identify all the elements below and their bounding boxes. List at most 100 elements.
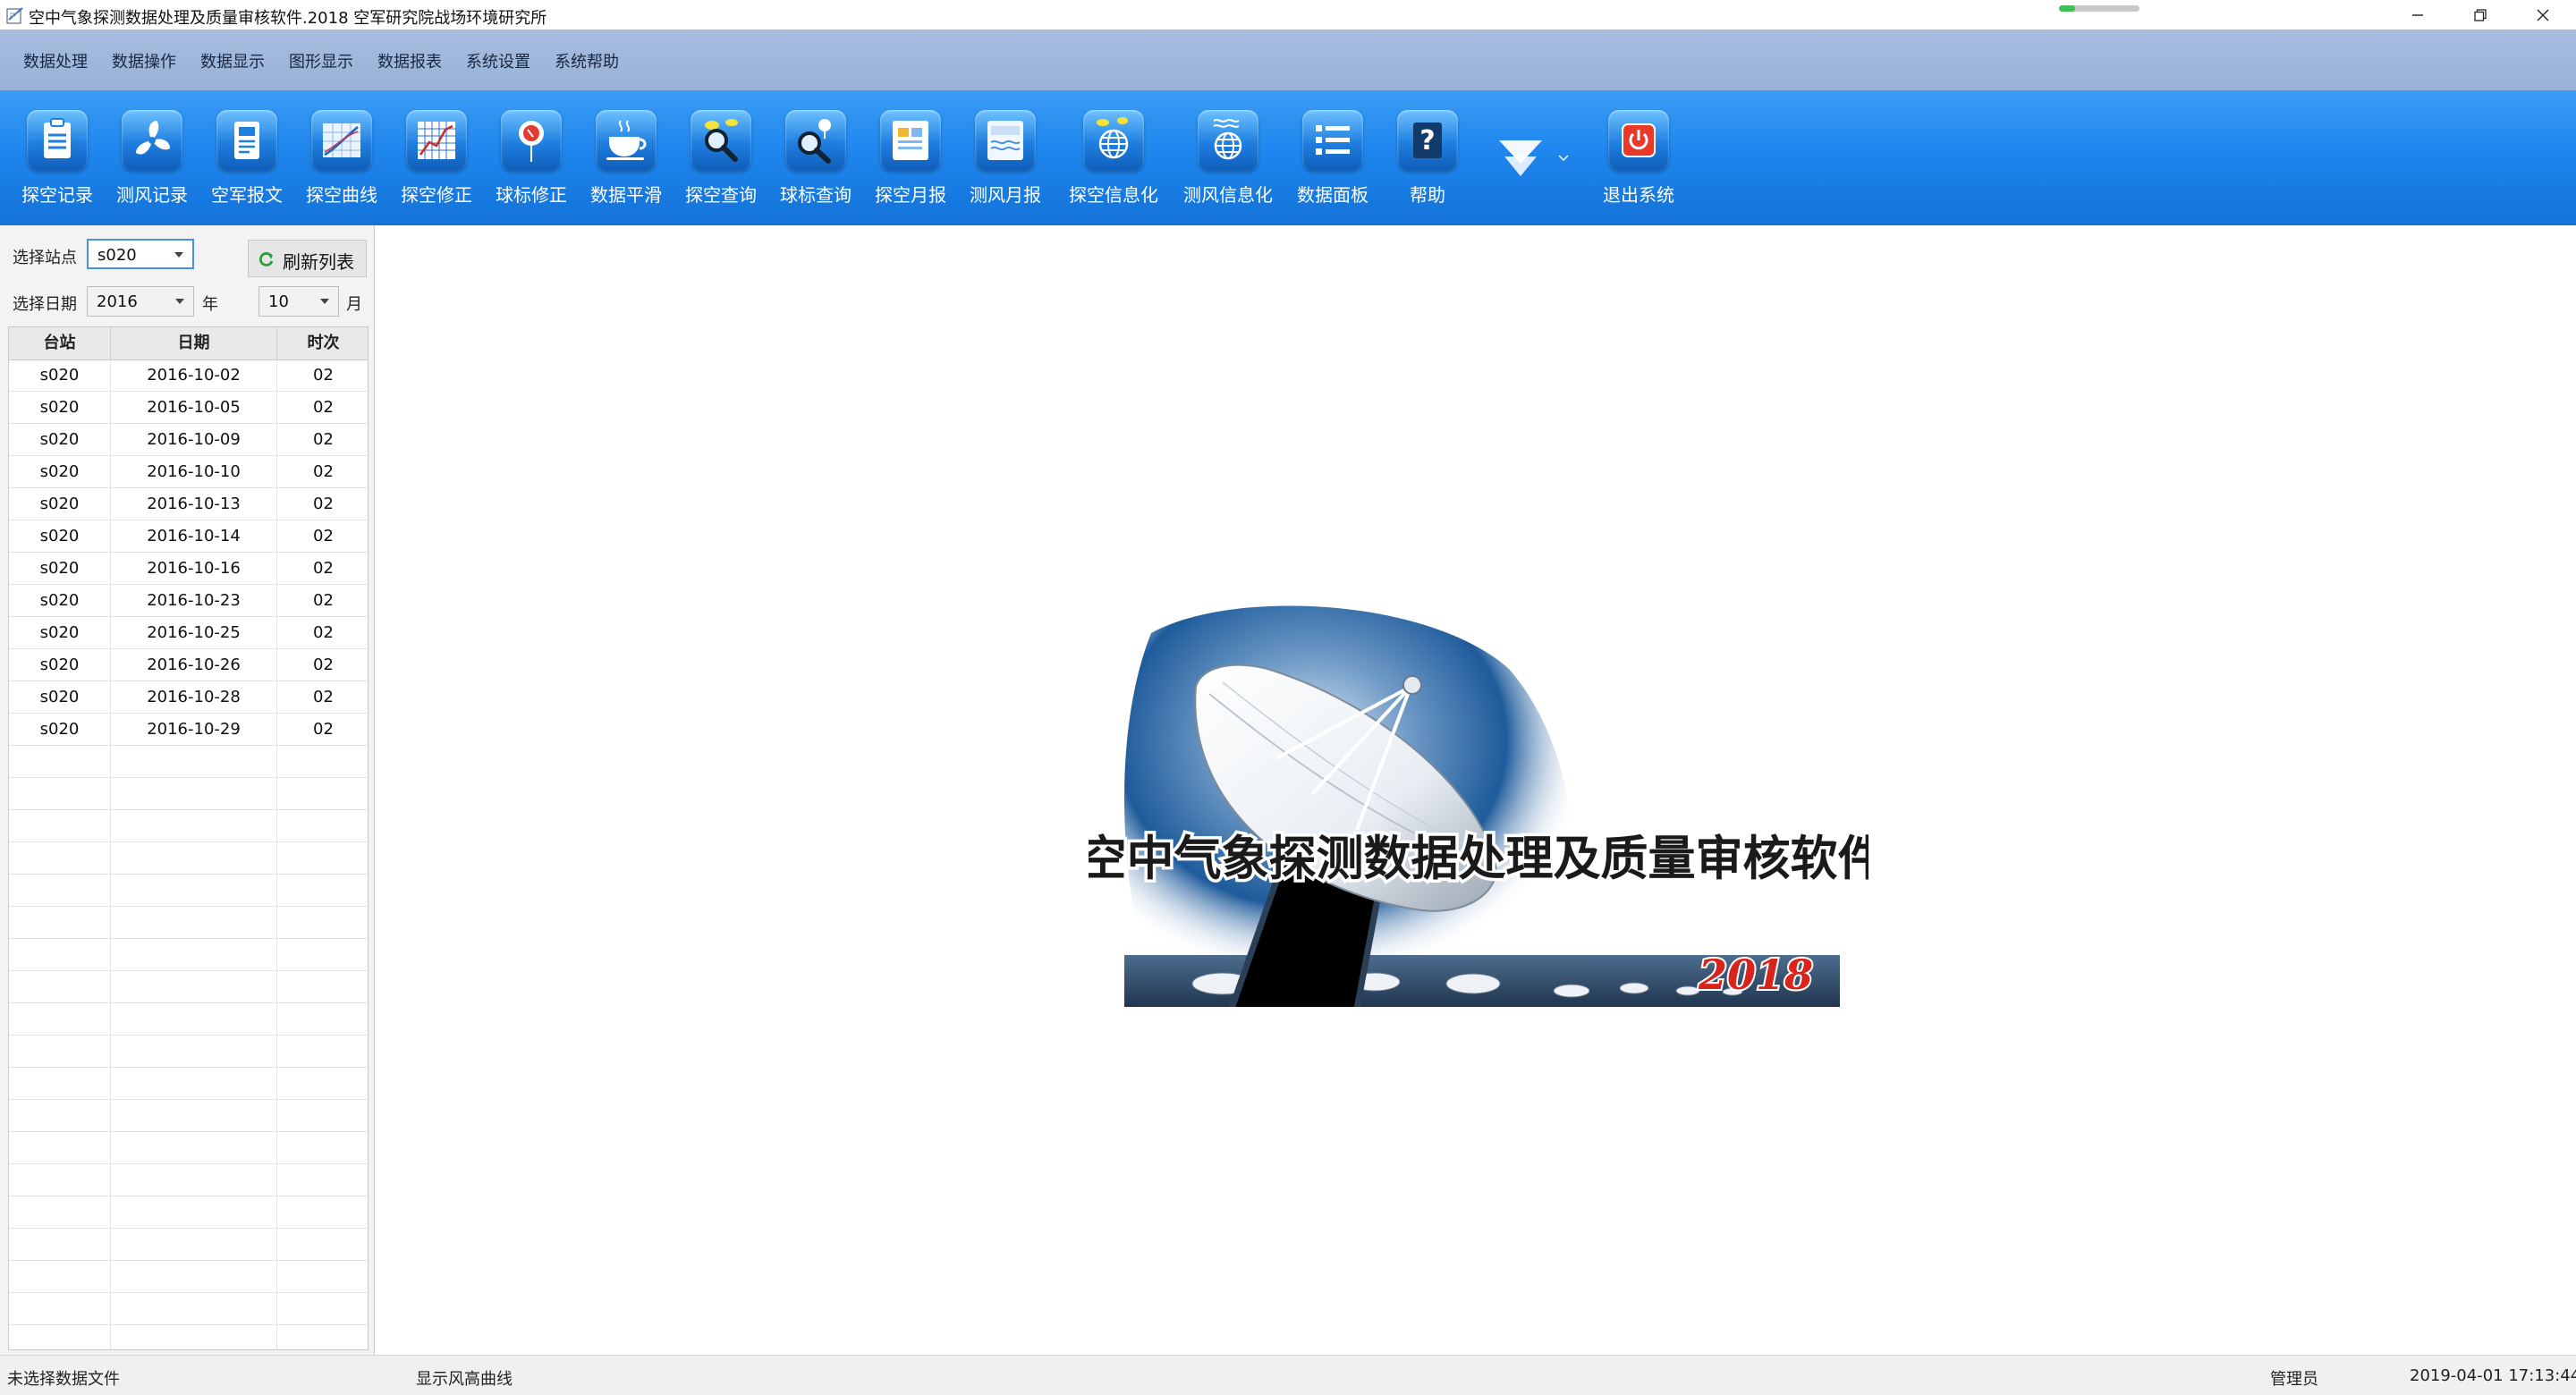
more-tools-dropdown[interactable] [1476,90,1583,225]
empty-table-row [9,1293,368,1325]
sounding-monthly-report-button[interactable]: 探空月报 [864,90,957,225]
airforce-message-button[interactable]: 空军报文 [200,90,293,225]
cell-station: s020 [9,714,111,746]
wind-informatization-button[interactable]: 测风信息化 [1182,90,1275,225]
cell-station [9,1132,111,1164]
busy-progress-fill [2059,5,2075,12]
date-label: 选择日期 [13,295,77,314]
cell-time: 02 [313,462,334,481]
cell-date [111,1132,277,1164]
clipboard-icon [27,110,88,171]
table-row[interactable]: s020 2016-10-10 02 [9,456,368,488]
minimize-button[interactable] [2388,0,2447,30]
restore-button[interactable] [2451,0,2510,30]
chevron-down-icon [320,299,329,304]
cell-station: s020 [9,488,111,520]
cell-date [111,1100,277,1132]
dropdown-arrow-icon [1499,140,1542,176]
data-panel-button[interactable]: 数据面板 [1286,90,1379,225]
table-row[interactable]: s020 2016-10-05 02 [9,392,368,424]
column-header-station[interactable]: 台站 [9,327,111,359]
cell-date: 2016-10-10 [111,456,277,488]
cell-time [277,1132,368,1164]
sounding-informatization-button[interactable]: 探空信息化 [1067,90,1160,225]
toolbar-label: 测风信息化 [1183,184,1273,206]
wind-record-button[interactable]: 测风记录 [106,90,199,225]
empty-table-row [9,1068,368,1100]
cell-date: 2016-10-14 [111,520,277,553]
table-row[interactable]: s020 2016-10-23 02 [9,585,368,617]
wind-monthly-report-button[interactable]: 测风月报 [959,90,1052,225]
cell-time [277,907,368,939]
exit-system-button[interactable]: 退出系统 [1592,90,1685,225]
sounding-curve-button[interactable]: 探空曲线 [295,90,388,225]
cell-station: s020 [9,424,111,456]
menu-system-settings[interactable]: 系统设置 [466,49,530,72]
status-bar: 未选择数据文件 显示风高曲线 管理员 2019-04-01 17:13:44 [0,1355,2576,1395]
balloon-query-button[interactable]: 球标查询 [769,90,862,225]
empty-table-row [9,1261,368,1293]
cell-date: 2016-10-29 [111,714,277,746]
toolbar: 探空记录 测风记录 空军报文 探空曲线 探空修正 球标修正 数据平滑 探空查询 … [0,90,2576,225]
cell-date [111,746,277,778]
year-select[interactable]: 2016 [87,286,194,317]
table-row[interactable]: s020 2016-10-16 02 [9,553,368,585]
cell-station: s020 [9,681,111,714]
restore-icon [2474,8,2487,21]
splash-logo: 空中气象探测数据处理及质量审核软件 2018 [1089,605,1868,1007]
table-row[interactable]: s020 2016-10-02 02 [9,359,368,392]
table-row[interactable]: s020 2016-10-25 02 [9,617,368,649]
table-row[interactable]: s020 2016-10-09 02 [9,424,368,456]
chevron-down-icon [1558,155,1569,162]
cell-time [277,810,368,842]
table-row[interactable]: s020 2016-10-29 02 [9,714,368,746]
column-header-date[interactable]: 日期 [111,327,277,359]
balloon-search-icon [785,110,846,171]
cell-time: 02 [313,720,334,739]
power-icon [1608,110,1669,171]
menu-data-operation[interactable]: 数据操作 [112,49,176,72]
sounding-record-button[interactable]: 探空记录 [11,90,104,225]
menu-data-display[interactable]: 数据显示 [200,49,265,72]
cell-time: 02 [313,366,334,385]
cell-date: 2016-10-09 [111,424,277,456]
empty-table-row [9,1036,368,1068]
cell-station [9,842,111,875]
app-icon [6,7,23,24]
cell-date: 2016-10-13 [111,488,277,520]
cell-time [277,1036,368,1068]
menu-data-processing[interactable]: 数据处理 [23,49,88,72]
menu-bar: 数据处理 数据操作 数据显示 图形显示 数据报表 系统设置 系统帮助 [0,30,2576,90]
year-unit-label: 年 [202,295,218,314]
table-row[interactable]: s020 2016-10-28 02 [9,681,368,714]
sounding-correction-button[interactable]: 探空修正 [390,90,483,225]
cell-station [9,1003,111,1036]
table-row[interactable]: s020 2016-10-14 02 [9,520,368,553]
menu-graph-display[interactable]: 图形显示 [289,49,353,72]
cell-time: 02 [313,398,334,417]
table-row[interactable]: s020 2016-10-13 02 [9,488,368,520]
svg-text:?: ? [1419,125,1435,156]
window-title: 空中气象探测数据处理及质量审核软件.2018 空军研究院战场环境研究所 [29,9,547,28]
balloon-correction-button[interactable]: 球标修正 [485,90,578,225]
cell-station [9,971,111,1003]
toolbar-label: 退出系统 [1603,184,1674,206]
month-select[interactable]: 10 [258,286,339,317]
data-smoothing-button[interactable]: 数据平滑 [580,90,673,225]
sounding-query-button[interactable]: 探空查询 [674,90,767,225]
cell-station [9,907,111,939]
cell-date [111,1261,277,1293]
table-row[interactable]: s020 2016-10-26 02 [9,649,368,681]
menu-data-report[interactable]: 数据报表 [377,49,442,72]
cell-date: 2016-10-16 [111,553,277,585]
station-select[interactable]: s020 [87,239,194,269]
cell-station: s020 [9,585,111,617]
close-button[interactable] [2513,0,2572,30]
cell-date [111,842,277,875]
column-header-time[interactable]: 时次 [277,327,368,359]
help-button[interactable]: ? 帮助 [1381,90,1474,225]
menu-system-help[interactable]: 系统帮助 [555,49,619,72]
refresh-list-button[interactable]: 刷新列表 [248,240,367,277]
cell-date [111,1164,277,1196]
empty-table-row [9,778,368,810]
